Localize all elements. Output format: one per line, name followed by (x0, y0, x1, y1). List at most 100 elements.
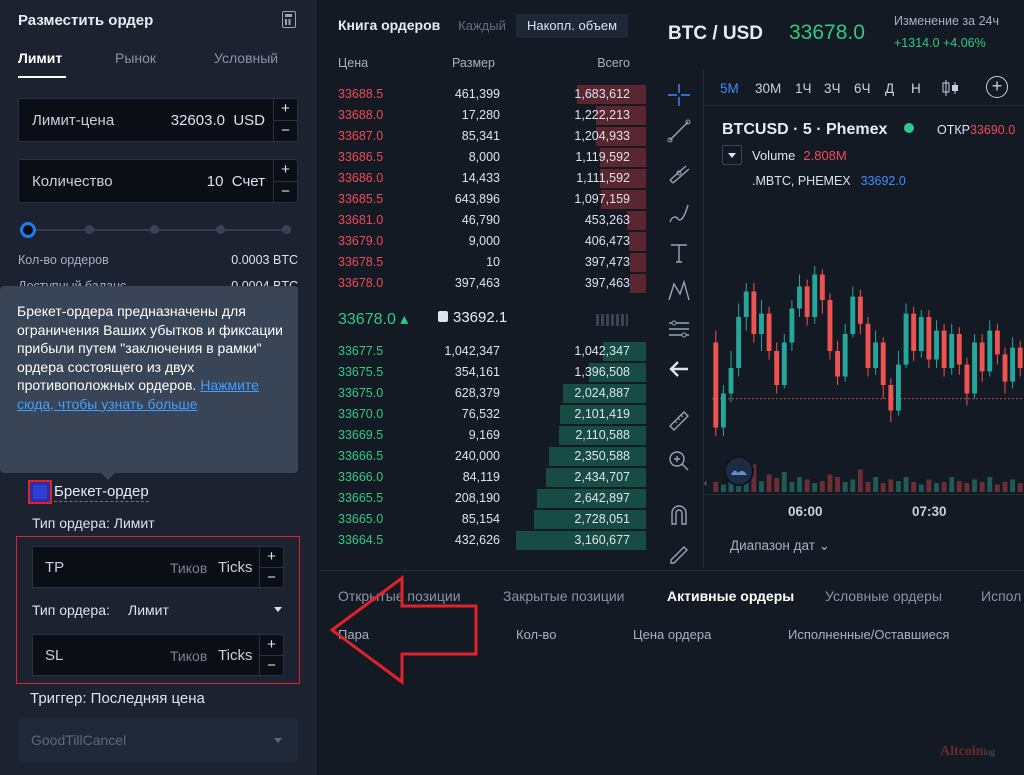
chevron-down-icon[interactable] (728, 153, 736, 158)
crosshair-icon[interactable] (666, 82, 692, 108)
tab-limit[interactable]: Лимит (18, 50, 62, 66)
chevron-down-icon[interactable] (274, 607, 282, 612)
plus-icon[interactable]: + (260, 547, 283, 567)
slider-step[interactable] (216, 225, 225, 234)
bid-row[interactable]: 33669.5 9,169 2,110,588 (320, 425, 650, 446)
bid-row[interactable]: 33666.0 84,119 2,434,707 (320, 467, 650, 488)
price-cell[interactable]: 33666.0 (338, 470, 383, 484)
slider-step[interactable] (282, 225, 291, 234)
zoom-in-icon[interactable] (666, 448, 692, 474)
tab-conditional[interactable]: Условный (214, 50, 278, 66)
tf-week[interactable]: Н (911, 81, 921, 96)
ask-row[interactable]: 33688.5 461,399 1,683,612 (320, 84, 650, 105)
brush-icon[interactable] (666, 200, 692, 226)
tf-3h[interactable]: 3Ч (824, 81, 841, 96)
ask-row[interactable]: 33678.5 10 397,473 (320, 252, 650, 273)
text-tool-icon[interactable] (666, 240, 692, 266)
quantity-input[interactable]: 10 Счет (207, 173, 265, 190)
ask-row[interactable]: 33686.5 8,000 1,119,592 (320, 147, 650, 168)
tab-market[interactable]: Рынок (115, 50, 156, 66)
limit-price-input[interactable]: 32603.0 USD (171, 112, 265, 129)
collapse-legend-button[interactable] (722, 145, 742, 165)
ruler-icon[interactable] (666, 408, 692, 434)
chevron-down-icon[interactable] (274, 738, 282, 743)
price-cell[interactable]: 33686.0 (338, 171, 383, 185)
depth-grouping-icon[interactable] (596, 314, 628, 326)
pattern-icon[interactable] (666, 278, 692, 304)
price-cell[interactable]: 33665.0 (338, 512, 383, 526)
bid-row[interactable]: 33666.5 240,000 2,350,588 (320, 446, 650, 467)
price-cell[interactable]: 33669.5 (338, 428, 383, 442)
tab-conditional-orders[interactable]: Условные ордеры (825, 588, 942, 604)
plus-icon[interactable]: + (274, 99, 297, 120)
quantity-slider[interactable] (20, 222, 292, 238)
ticker-pair[interactable]: BTC / USD (668, 23, 763, 45)
price-cell[interactable]: 33664.5 (338, 533, 383, 547)
plus-icon[interactable]: + (274, 160, 297, 181)
slider-handle[interactable] (20, 222, 36, 238)
price-cell[interactable]: 33675.5 (338, 365, 383, 379)
minus-icon[interactable]: − (260, 567, 283, 587)
add-indicator-icon[interactable]: + (986, 76, 1008, 98)
bracket-order-label[interactable]: Брекет-ордер (54, 483, 149, 502)
stop-loss-field[interactable]: SL Тиков Ticks + − (32, 634, 284, 676)
plus-icon[interactable]: + (260, 635, 283, 655)
magnet-icon[interactable] (666, 502, 692, 528)
trigger-label[interactable]: Триггер: Последняя цена (30, 690, 205, 707)
tf-1h[interactable]: 1Ч (795, 81, 812, 96)
limit-price-stepper[interactable]: + − (273, 99, 297, 141)
bid-row[interactable]: 33675.0 628,379 2,024,887 (320, 383, 650, 404)
bid-row[interactable]: 33675.5 354,161 1,396,508 (320, 362, 650, 383)
slider-step[interactable] (85, 225, 94, 234)
bid-row[interactable]: 33677.5 1,042,347 1,042,347 (320, 341, 650, 362)
mode-each-button[interactable]: Каждый (450, 14, 514, 38)
ask-row[interactable]: 33679.0 9,000 406,473 (320, 231, 650, 252)
bid-row[interactable]: 33665.0 85,154 2,728,051 (320, 509, 650, 530)
tab-active-orders[interactable]: Активные ордеры (667, 588, 794, 604)
take-profit-field[interactable]: TP Тиков Ticks + − (32, 546, 284, 588)
tp-input[interactable]: Тиков (170, 560, 207, 576)
tf-day[interactable]: Д (885, 81, 894, 96)
calculator-icon[interactable] (282, 11, 296, 28)
date-range-selector[interactable]: Диапазон дат ⌄ (730, 538, 830, 554)
price-cell[interactable]: 33688.5 (338, 87, 383, 101)
ask-row[interactable]: 33685.5 643,896 1,097,159 (320, 189, 650, 210)
draw-lock-icon[interactable] (666, 540, 692, 566)
mode-cumulative-button[interactable]: Накопл. объем (516, 14, 628, 38)
ask-row[interactable]: 33688.0 17,280 1,222,213 (320, 105, 650, 126)
quantity-field[interactable]: Количество 10 Счет + − (18, 159, 298, 203)
chart-symbol[interactable]: BTCUSD · 5 · Phemex (722, 121, 887, 139)
candlestick-chart[interactable] (712, 260, 1024, 492)
ask-row[interactable]: 33687.0 85,341 1,204,933 (320, 126, 650, 147)
tab-closed-positions[interactable]: Закрытые позиции (503, 588, 624, 604)
bid-row[interactable]: 33664.5 432,626 3,160,677 (320, 530, 650, 551)
tf-6h[interactable]: 6Ч (854, 81, 871, 96)
arrow-left-icon[interactable] (666, 356, 692, 382)
price-cell[interactable]: 33681.0 (338, 213, 383, 227)
price-cell[interactable]: 33688.0 (338, 108, 383, 122)
price-cell[interactable]: 33685.5 (338, 192, 383, 206)
ask-row[interactable]: 33678.0 397,463 397,463 (320, 273, 650, 294)
tp-stepper[interactable]: + − (259, 547, 283, 587)
ask-row[interactable]: 33681.0 46,790 453,263 (320, 210, 650, 231)
minus-icon[interactable]: − (260, 655, 283, 675)
tf-5m[interactable]: 5M (720, 81, 739, 96)
bid-row[interactable]: 33670.0 76,532 2,101,419 (320, 404, 650, 425)
price-cell[interactable]: 33675.0 (338, 386, 383, 400)
bracket-checkbox[interactable] (28, 480, 52, 504)
minus-icon[interactable]: − (274, 181, 297, 202)
price-cell[interactable]: 33686.5 (338, 150, 383, 164)
pitchfork-icon[interactable] (666, 160, 692, 186)
price-cell[interactable]: 33678.5 (338, 255, 383, 269)
projection-icon[interactable] (666, 316, 692, 342)
candle-style-icon[interactable] (940, 79, 960, 97)
tp-order-type-select[interactable]: Лимит (128, 602, 169, 618)
price-cell[interactable]: 33666.5 (338, 449, 383, 463)
bid-row[interactable]: 33665.5 208,190 2,642,897 (320, 488, 650, 509)
price-cell[interactable]: 33677.5 (338, 344, 383, 358)
price-cell[interactable]: 33679.0 (338, 234, 383, 248)
trend-line-icon[interactable] (666, 118, 692, 144)
tf-30m[interactable]: 30M (755, 81, 781, 96)
price-cell[interactable]: 33670.0 (338, 407, 383, 421)
limit-price-field[interactable]: Лимит-цена 32603.0 USD + − (18, 98, 298, 142)
